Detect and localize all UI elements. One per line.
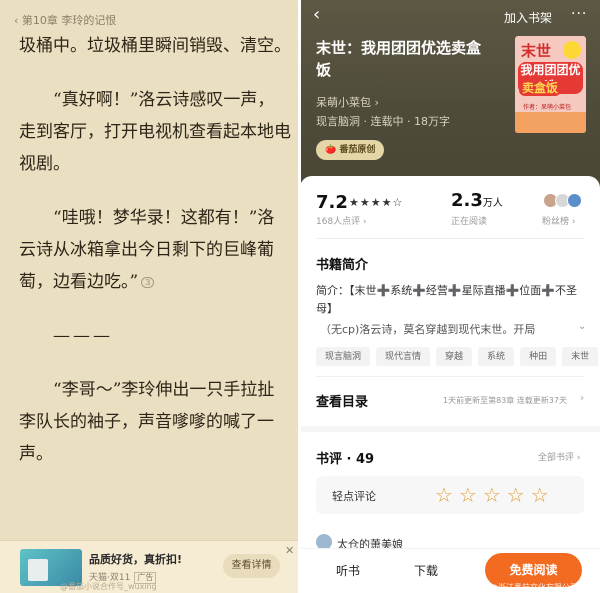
book-meta: 现言脑洞 · 连载中 · 18万字 xyxy=(316,115,450,128)
rating-count-link[interactable]: 168人点评 › xyxy=(316,214,367,227)
book-info-card: 7.2 ★★★★☆ 168人点评 › 2.3万人 正在阅读 粉丝榜 › 书籍简介… xyxy=(300,176,600,593)
download-button[interactable]: 下载 xyxy=(414,562,438,579)
book-detail-pane: ‹ 加入书架 ··· 末世：我用团团优选卖盒饭 呆萌小菜包 › 现言脑洞 · 连… xyxy=(300,0,600,593)
rating-score: 7.2 xyxy=(316,192,348,213)
original-badge: 🍅 番茄原创 xyxy=(316,140,385,160)
tag[interactable]: 现言脑洞 xyxy=(316,347,371,366)
tag[interactable]: 系统 xyxy=(478,347,515,366)
more-icon[interactable]: ··· xyxy=(571,6,587,22)
book-hero: ‹ 加入书架 ··· 末世：我用团团优选卖盒饭 呆萌小菜包 › 现言脑洞 · 连… xyxy=(300,0,600,190)
fan-avatars[interactable] xyxy=(543,193,587,211)
intro-title: 书籍简介 xyxy=(316,258,369,273)
intro-text[interactable]: 简介：【末世➕系统➕经营➕星际直播➕位面➕不圣母】 xyxy=(316,282,588,318)
intro-text-more[interactable]: （无cp)洛云诗，莫名穿越到现代末世。开局 xyxy=(320,321,576,337)
bottom-bar: 听书 下载 免费阅读 @浙江番茄文化有限公司_wuxing xyxy=(300,548,600,593)
rate-stars-input[interactable]: ☆☆☆☆☆ xyxy=(435,483,555,507)
book-title: 末世：我用团团优选卖盒饭 xyxy=(316,39,482,79)
watermark: @浙江番茄文化有限公司_wuxing xyxy=(490,583,578,592)
ad-close-icon[interactable]: ✕ xyxy=(285,544,294,557)
chevron-right-icon[interactable]: › xyxy=(580,393,584,404)
reader-pane: ‹ 第10章 李玲的记恨 圾桶中。垃圾桶里瞬间销毁、清空。 “真好啊！”洛云诗感… xyxy=(0,0,300,593)
review-title: 书评 · 49 xyxy=(316,452,375,467)
all-reviews-link[interactable]: 全部书评 › xyxy=(538,450,580,463)
paragraph: 圾桶中。垃圾桶里瞬间销毁、清空。 xyxy=(19,36,291,56)
paragraph: “哇哦！梦华录！这都有！”洛云诗从冰箱拿出今日剩下的巨峰葡萄，边看边吃。” 3 xyxy=(19,208,275,292)
tag[interactable]: 现代言情 xyxy=(376,347,431,366)
cover-text: 末世 xyxy=(521,42,552,60)
author-link[interactable]: 呆萌小菜包 › xyxy=(316,94,379,110)
paragraph: “李哥～”李玲伸出一只手拉扯李队长的袖子，声音嗲嗲的喊了一声。 xyxy=(19,380,275,464)
tag[interactable]: 种田 xyxy=(520,347,557,366)
pane-divider xyxy=(298,0,301,593)
toc-title[interactable]: 查看目录 xyxy=(316,391,368,410)
cover-illustration xyxy=(515,112,586,133)
section-gap xyxy=(300,426,600,432)
fans-ranking-link[interactable]: 粉丝榜 › xyxy=(542,214,575,227)
reader-text: 圾桶中。垃圾桶里瞬间销毁、清空。 “真好啊！”洛云诗感叹一声，走到客厅，打开电视… xyxy=(19,30,291,470)
add-to-shelf-button[interactable]: 加入书架 xyxy=(504,9,552,26)
tag-list: 现言脑洞 现代言情 穿越 系统 种田 末世 xyxy=(316,344,600,366)
divider xyxy=(316,376,584,377)
cover-sun-icon xyxy=(563,41,581,59)
ad-banner[interactable]: 品质好货，真折扣! 天猫·双11 广告 查看详情 ✕ @番茄小说合作号_wuxin… xyxy=(0,540,300,593)
tag[interactable]: 末世 xyxy=(562,347,599,366)
divider xyxy=(316,238,584,239)
avatar xyxy=(567,193,582,208)
book-cover[interactable]: 末世 我用团团优选 卖盒饭 作者：呆萌小菜包 xyxy=(515,36,586,133)
paragraph-comment-icon[interactable]: 3 xyxy=(141,277,155,288)
cover-text: 卖盒饭 xyxy=(519,81,562,96)
rating-stars: ★★★★☆ xyxy=(349,196,404,209)
listen-button[interactable]: 听书 xyxy=(336,562,360,579)
readers-count: 2.3万人 xyxy=(451,190,503,211)
watermark: @番茄小说合作号_wuxing xyxy=(60,582,157,591)
chapter-title[interactable]: ‹ 第10章 李玲的记恨 xyxy=(14,12,116,28)
scene-separator: ——— xyxy=(53,326,113,346)
tag[interactable]: 穿越 xyxy=(436,347,473,366)
ad-title: 品质好货，真折扣! xyxy=(89,553,183,566)
toc-update-info[interactable]: 1天前更新至第83章 连载更新37天 xyxy=(443,395,567,406)
back-icon[interactable]: ‹ xyxy=(313,4,320,25)
readers-label: 正在阅读 xyxy=(451,217,488,227)
cover-text: 作者：呆萌小菜包 xyxy=(523,104,572,111)
quick-rate-label: 轻点评论 xyxy=(332,490,376,503)
ad-details-button[interactable]: 查看详情 xyxy=(223,554,280,578)
paragraph: “真好啊！”洛云诗感叹一声，走到客厅，打开电视机查看起本地电视剧。 xyxy=(19,90,291,174)
quick-rate-box: 轻点评论 ☆☆☆☆☆ xyxy=(316,476,584,514)
expand-chevron-icon[interactable]: ⌄ xyxy=(578,321,586,332)
